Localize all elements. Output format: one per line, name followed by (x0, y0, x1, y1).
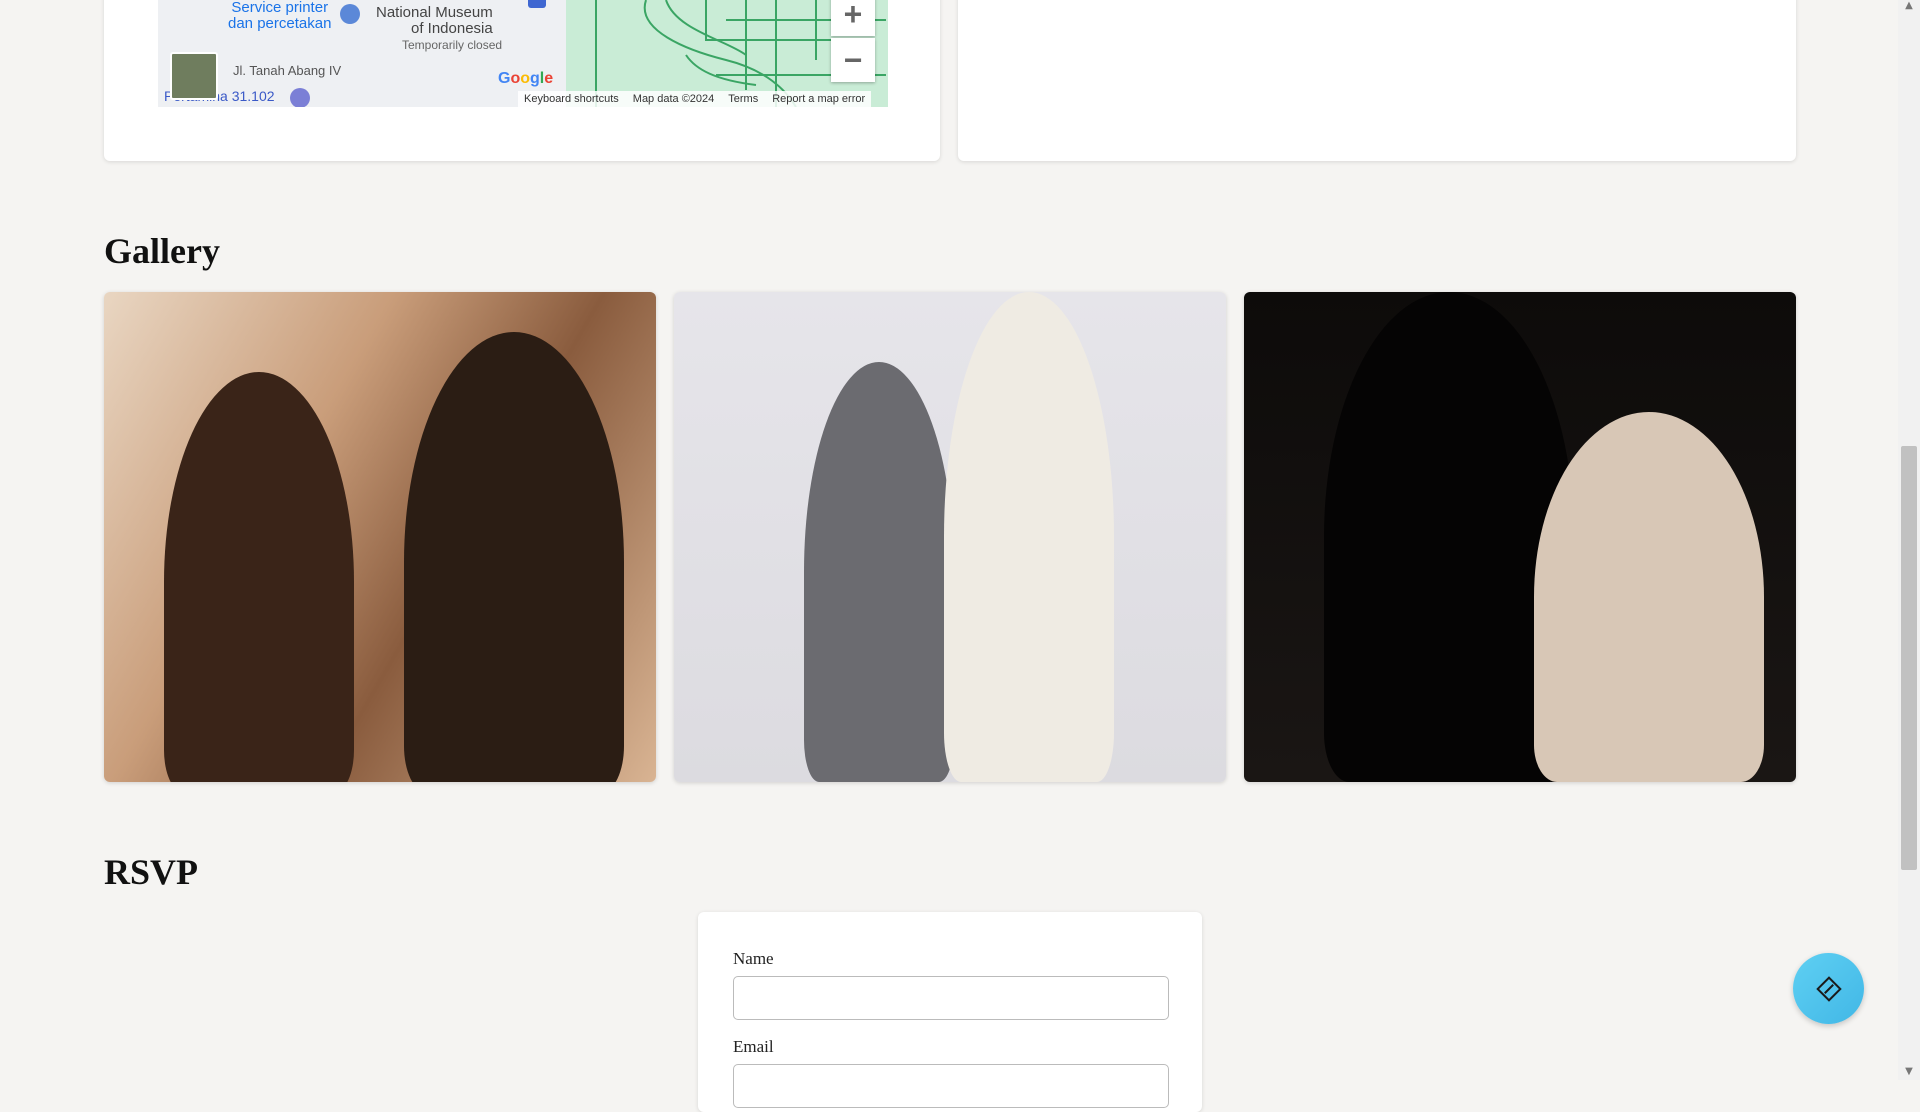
map-label-street: Jl. Tanah Abang IV (233, 63, 342, 78)
map-label-museum[interactable]: National Museum of Indonesia (376, 5, 493, 37)
gallery-title: Gallery (104, 231, 220, 271)
satellite-toggle[interactable] (170, 52, 218, 100)
report-map-error-link[interactable]: Report a map error (772, 93, 865, 105)
venue-map[interactable]: Service printer dan percetakan National … (158, 0, 888, 107)
map-data-text: Map data ©2024 (632, 93, 715, 105)
zoom-in-button[interactable]: + (831, 0, 875, 36)
person-figure (164, 372, 354, 782)
zoom-out-button[interactable]: − (831, 38, 875, 82)
floating-action-button[interactable] (1793, 953, 1864, 1024)
google-logo: Google (498, 70, 554, 87)
gallery-photo[interactable] (1244, 292, 1796, 782)
bus-pin-icon[interactable] (528, 0, 546, 8)
scroll-down-icon[interactable]: ▼ (1898, 1066, 1920, 1080)
map-label-closed: Temporarily closed (402, 38, 503, 52)
rsvp-form: Name Email (698, 912, 1202, 1112)
map-attribution: Keyboard shortcuts Map data ©2024 Terms … (518, 91, 872, 107)
gallery-photo[interactable] (674, 292, 1226, 782)
keyboard-shortcuts-link[interactable]: Keyboard shortcuts (524, 93, 619, 105)
email-label: Email (733, 1037, 774, 1056)
diamond-icon (1815, 975, 1842, 1002)
person-figure (804, 362, 954, 782)
person-figure (944, 292, 1114, 782)
shop-pin-icon[interactable] (340, 4, 360, 24)
fuel-pin-icon[interactable] (290, 88, 310, 107)
scrollbar-thumb[interactable] (1901, 446, 1917, 870)
venue-card: Service printer dan percetakan National … (104, 0, 940, 161)
person-figure (404, 332, 624, 782)
name-input[interactable] (733, 976, 1169, 1020)
terms-link[interactable]: Terms (728, 93, 758, 105)
rsvp-title: RSVP (104, 852, 199, 892)
name-label: Name (733, 949, 774, 968)
gallery-photo[interactable] (104, 292, 656, 782)
info-card (958, 0, 1796, 161)
scroll-up-icon[interactable]: ▲ (1898, 0, 1920, 14)
map-label-printer[interactable]: Service printer dan percetakan (228, 0, 331, 32)
email-input[interactable] (733, 1064, 1169, 1108)
person-figure (1534, 412, 1764, 782)
